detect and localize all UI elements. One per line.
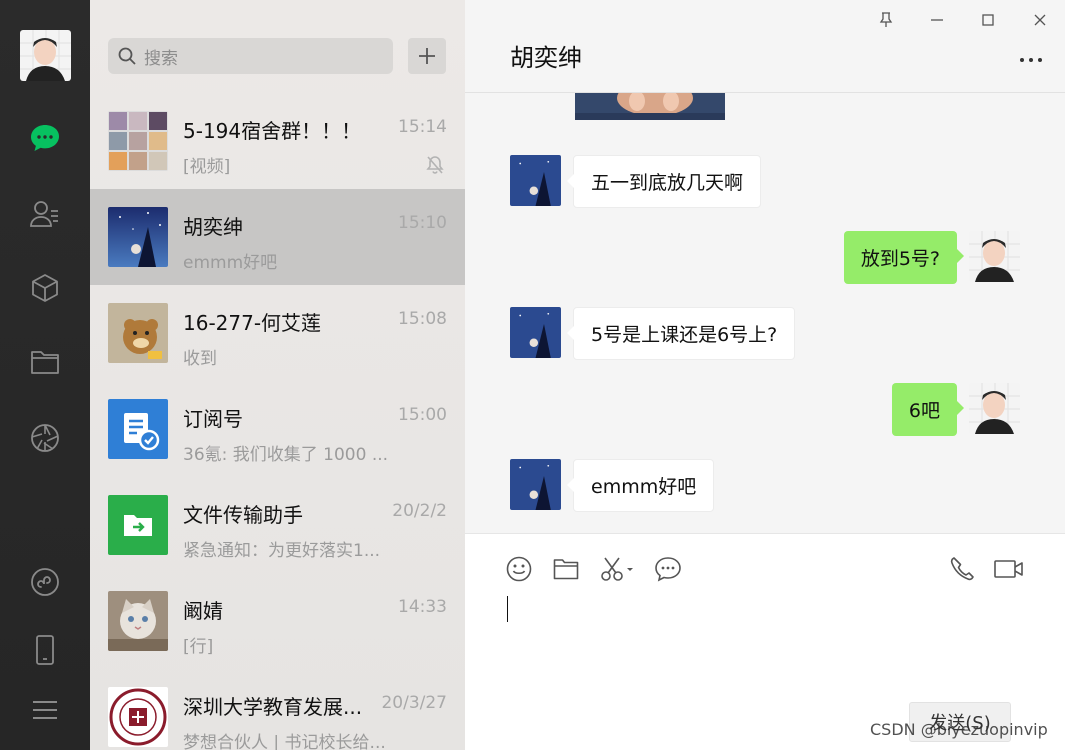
mini-program-icon[interactable] xyxy=(27,564,63,600)
phone-icon[interactable] xyxy=(27,632,63,668)
conversation-preview: [行] xyxy=(183,637,214,657)
message-row-incoming: 5号是上课还是6号上? xyxy=(465,307,1065,363)
add-button[interactable] xyxy=(408,38,446,74)
favorites-icon[interactable] xyxy=(27,270,63,306)
menu-icon[interactable] xyxy=(27,692,63,728)
conversation-list: 搜索 5-194宿舍群！！！ 15:14 [视频] 胡奕绅 15:10 emmm… xyxy=(90,0,465,750)
contact-avatar[interactable] xyxy=(510,459,561,510)
conversation-time: 15:08 xyxy=(398,309,447,329)
university-seal-icon xyxy=(108,687,168,747)
contact-avatar xyxy=(108,591,168,651)
conversation-preview: 收到 xyxy=(183,349,217,369)
message-row-outgoing: 6吧 xyxy=(465,383,1065,439)
conversation-item[interactable]: 16-277-何艾莲 15:08 收到 xyxy=(90,285,465,381)
watermark-text: CSDN @biyezuopinvip xyxy=(870,720,1048,739)
folder-icon[interactable] xyxy=(551,554,581,584)
my-avatar[interactable] xyxy=(969,383,1020,434)
conversation-item-active[interactable]: 胡奕绅 15:10 emmm好吧 xyxy=(90,189,465,285)
image-message-thumbnail[interactable] xyxy=(575,93,725,120)
chat-icon[interactable] xyxy=(27,120,63,156)
plus-icon xyxy=(419,48,435,64)
conversation-time: 15:14 xyxy=(398,117,447,137)
compose-area: 发送(S) CSDN @biyezuopinvip xyxy=(465,533,1065,750)
contacts-icon[interactable] xyxy=(27,196,63,232)
chat-history-icon[interactable] xyxy=(653,554,683,584)
message-bubble-incoming[interactable]: emmm好吧 xyxy=(566,459,715,512)
contact-avatar xyxy=(108,303,168,363)
contact-avatar xyxy=(108,207,168,267)
message-area: 五一到底放几天啊 放到5号? 5号是上课还是6号上? 6吧 emmm好吧 xyxy=(465,93,1065,533)
message-row-incoming: emmm好吧 xyxy=(465,459,1065,515)
conversation-preview: 紧急通知：为更好落实1... xyxy=(183,541,381,561)
contact-avatar[interactable] xyxy=(510,155,561,206)
contact-avatar[interactable] xyxy=(510,307,561,358)
screenshot-scissors-icon[interactable] xyxy=(598,554,638,584)
conversation-time: 15:00 xyxy=(398,405,447,425)
group-avatar xyxy=(108,111,168,171)
search-icon xyxy=(118,47,136,65)
conversation-time: 20/2/2 xyxy=(392,501,447,521)
more-options-icon[interactable] xyxy=(1020,58,1042,62)
conversation-name: 阚婧 xyxy=(183,599,223,623)
conversation-name: 订阅号 xyxy=(183,407,243,431)
conversation-preview: 梦想合伙人 | 书记校长给... xyxy=(183,733,386,750)
folder-icon[interactable] xyxy=(27,344,63,380)
minimize-icon[interactable] xyxy=(925,8,949,32)
video-call-icon[interactable] xyxy=(993,554,1025,584)
mute-bell-icon xyxy=(425,155,445,179)
conversation-item[interactable]: 文件传输助手 20/2/2 紧急通知：为更好落实1... xyxy=(90,477,465,573)
my-avatar[interactable] xyxy=(969,231,1020,282)
emoji-icon[interactable] xyxy=(504,554,534,584)
conversation-time: 14:33 xyxy=(398,597,447,617)
conversation-item[interactable]: 5-194宿舍群！！！ 15:14 [视频] xyxy=(90,93,465,189)
message-bubble-incoming[interactable]: 5号是上课还是6号上? xyxy=(566,307,796,360)
conversation-name: 文件传输助手 xyxy=(183,503,303,527)
conversation-time: 20/3/27 xyxy=(381,693,447,713)
text-input-caret[interactable] xyxy=(507,596,508,622)
conversation-preview: [视频] xyxy=(183,157,231,177)
message-row-incoming: 五一到底放几天啊 xyxy=(465,155,1065,211)
message-row-outgoing: 放到5号? xyxy=(465,231,1065,287)
conversation-name: 胡奕绅 xyxy=(183,215,243,239)
file-transfer-icon xyxy=(108,495,168,555)
pin-icon[interactable] xyxy=(874,8,898,32)
conversation-name: 深圳大学教育发展... xyxy=(183,695,363,719)
conversation-preview: emmm好吧 xyxy=(183,253,278,273)
conversation-item[interactable]: 深圳大学教育发展... 20/3/27 梦想合伙人 | 书记校长给... xyxy=(90,669,465,750)
search-placeholder: 搜索 xyxy=(144,48,178,69)
chat-title: 胡奕绅 xyxy=(510,44,582,72)
voice-call-icon[interactable] xyxy=(947,554,977,584)
conversation-name: 5-194宿舍群！！！ xyxy=(183,119,362,143)
maximize-icon[interactable] xyxy=(976,8,1000,32)
search-box[interactable]: 搜索 xyxy=(108,38,393,74)
subscription-icon xyxy=(108,399,168,459)
conversation-item[interactable]: 订阅号 15:00 36氪: 我们收集了 1000 ... xyxy=(90,381,465,477)
conversation-time: 15:10 xyxy=(398,213,447,233)
message-bubble-incoming[interactable]: 五一到底放几天啊 xyxy=(566,155,762,208)
moments-icon[interactable] xyxy=(27,420,63,456)
my-avatar[interactable] xyxy=(20,30,71,81)
chat-panel: 胡奕绅 五一到底放几天啊 放到5号? 5号是上课还是6号上? 6吧 emmm好吧… xyxy=(465,0,1065,750)
message-bubble-outgoing[interactable]: 放到5号? xyxy=(843,231,965,284)
message-bubble-outgoing[interactable]: 6吧 xyxy=(891,383,965,436)
conversation-name: 16-277-何艾莲 xyxy=(183,311,322,335)
conversation-preview: 36氪: 我们收集了 1000 ... xyxy=(183,445,389,465)
conversation-item[interactable]: 阚婧 14:33 [行] xyxy=(90,573,465,669)
side-nav xyxy=(0,0,90,750)
close-icon[interactable] xyxy=(1028,8,1052,32)
